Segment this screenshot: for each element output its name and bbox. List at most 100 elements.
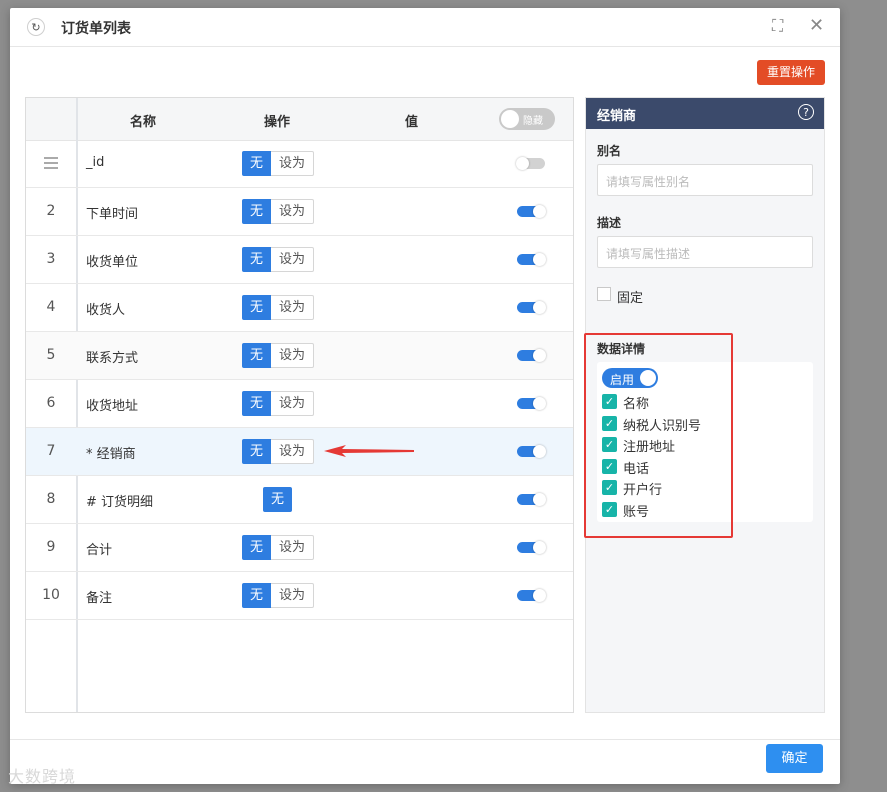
row-name: 收货人 (86, 303, 126, 318)
visibility-switch[interactable] (517, 253, 546, 266)
action-toggle[interactable]: 无设为 (242, 247, 314, 272)
switch-knob (516, 157, 529, 170)
grid-header: 名称 操作 值 隐藏 (26, 98, 573, 141)
panel-title: 经销商 (597, 109, 637, 124)
row-name: * 经销商 (86, 447, 136, 462)
dialog-titlebar: ↻ 订货单列表 ⛶ ✕ (10, 8, 840, 47)
reset-button[interactable]: 重置操作 (757, 60, 825, 85)
row-index: 10 (42, 587, 60, 603)
help-icon[interactable]: ? (798, 104, 814, 120)
table-row[interactable]: 10 备注 无设为 (26, 572, 573, 620)
ok-button[interactable]: 确定 (766, 744, 823, 773)
row-index: 7 (46, 443, 56, 459)
setas-option[interactable]: 设为 (271, 583, 314, 608)
red-arrow-annotation (324, 445, 414, 457)
none-option[interactable]: 无 (242, 151, 271, 176)
action-toggle[interactable]: 无设为 (242, 535, 314, 560)
drag-handle-icon[interactable] (44, 157, 58, 172)
visibility-switch[interactable] (517, 589, 546, 602)
action-toggle[interactable]: 无 (263, 487, 292, 512)
fixed-checkbox[interactable] (597, 287, 611, 301)
switch-knob (533, 397, 546, 410)
setas-option[interactable]: 设为 (271, 151, 314, 176)
row-index: 6 (46, 395, 56, 411)
table-row[interactable]: 9 合计 无设为 (26, 524, 573, 572)
none-option[interactable]: 无 (242, 343, 271, 368)
none-option[interactable]: 无 (263, 487, 292, 512)
setas-option[interactable]: 设为 (271, 247, 314, 272)
none-option[interactable]: 无 (242, 247, 271, 272)
switch-knob (533, 589, 546, 602)
table-row[interactable]: _id 无设为 (26, 140, 573, 188)
none-option[interactable]: 无 (242, 295, 271, 320)
row-name: 备注 (86, 591, 113, 606)
visibility-switch[interactable] (517, 349, 546, 362)
alias-input[interactable]: 请填写属性别名 (597, 164, 813, 196)
visibility-switch[interactable] (517, 397, 546, 410)
setas-option[interactable]: 设为 (271, 391, 314, 416)
refresh-icon[interactable]: ↻ (27, 18, 45, 36)
none-option[interactable]: 无 (242, 583, 271, 608)
switch-knob (533, 253, 546, 266)
table-row[interactable]: 5 联系方式 无设为 (26, 332, 573, 380)
fullscreen-icon[interactable]: ⛶ (772, 16, 783, 36)
action-toggle[interactable]: 无设为 (242, 439, 314, 464)
visibility-switch[interactable] (517, 541, 546, 554)
setas-option[interactable]: 设为 (271, 295, 314, 320)
row-index: 8 (46, 491, 56, 507)
header-name: 名称 (130, 115, 157, 130)
none-option[interactable]: 无 (242, 391, 271, 416)
toggle-knob (501, 110, 519, 128)
toggle-all-switch[interactable]: 隐藏 (499, 108, 555, 130)
action-toggle[interactable]: 无设为 (242, 391, 314, 416)
row-name: 联系方式 (86, 351, 139, 366)
dialog-title: 订货单列表 (61, 21, 131, 37)
switch-knob (533, 349, 546, 362)
alias-label: 别名 (597, 144, 622, 158)
action-toggle[interactable]: 无设为 (242, 343, 314, 368)
visibility-switch[interactable] (517, 493, 546, 506)
fixed-label: 固定 (617, 291, 644, 306)
row-name: # 订货明细 (86, 495, 154, 510)
visibility-switch[interactable] (517, 445, 546, 458)
row-name: _id (86, 155, 105, 170)
close-icon[interactable]: ✕ (809, 16, 824, 36)
visibility-switch[interactable] (517, 205, 546, 218)
table-row[interactable]: 8 # 订货明细 无 (26, 476, 573, 524)
row-name: 下单时间 (86, 207, 139, 222)
row-name: 收货单位 (86, 255, 139, 270)
none-option[interactable]: 无 (242, 535, 271, 560)
desc-label: 描述 (597, 216, 622, 230)
table-row[interactable]: 3 收货单位 无设为 (26, 236, 573, 284)
setas-option[interactable]: 设为 (271, 535, 314, 560)
switch-knob (533, 541, 546, 554)
action-toggle[interactable]: 无设为 (242, 583, 314, 608)
desc-input[interactable]: 请填写属性描述 (597, 236, 813, 268)
visibility-switch[interactable] (517, 301, 546, 314)
switch-knob (533, 493, 546, 506)
setas-option[interactable]: 设为 (271, 199, 314, 224)
row-index: 4 (46, 299, 56, 315)
setas-option[interactable]: 设为 (271, 439, 314, 464)
table-row[interactable]: 7 * 经销商 无设为 (26, 428, 573, 476)
table-row[interactable]: 6 收货地址 无设为 (26, 380, 573, 428)
header-value: 值 (405, 115, 419, 130)
table-row[interactable]: 4 收货人 无设为 (26, 284, 573, 332)
row-name: 收货地址 (86, 399, 139, 414)
row-index: 5 (46, 347, 56, 363)
action-toggle[interactable]: 无设为 (242, 199, 314, 224)
action-toggle[interactable]: 无设为 (242, 295, 314, 320)
field-grid: 名称 操作 值 隐藏 _id 无设为 2 下单时间无设为 3 收货单位无设为 4 收货人无设为… (25, 97, 574, 713)
none-option[interactable]: 无 (242, 439, 271, 464)
header-action: 操作 (264, 115, 291, 130)
row-index: 2 (46, 203, 56, 219)
row-index: 9 (46, 539, 56, 555)
highlight-box-annotation (584, 333, 733, 538)
action-toggle[interactable]: 无设为 (242, 151, 314, 176)
setas-option[interactable]: 设为 (271, 343, 314, 368)
switch-knob (533, 301, 546, 314)
none-option[interactable]: 无 (242, 199, 271, 224)
table-row[interactable]: 2 下单时间 无设为 (26, 188, 573, 236)
row-index: 3 (46, 251, 56, 267)
visibility-switch[interactable] (516, 157, 545, 170)
